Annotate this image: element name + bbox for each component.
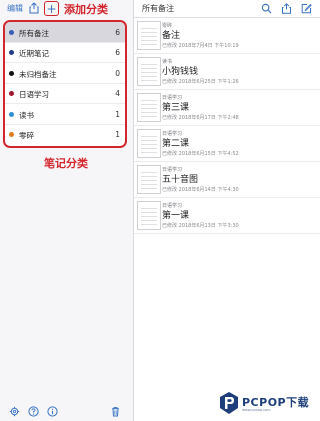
note-title: 第三课 bbox=[162, 103, 190, 113]
help-icon[interactable] bbox=[28, 406, 39, 417]
gear-icon[interactable] bbox=[9, 406, 20, 417]
note-title: 备注 bbox=[162, 31, 181, 41]
category-count: 6 bbox=[115, 48, 120, 58]
note-thumbnail bbox=[137, 57, 161, 86]
note-item[interactable]: 读书 小狗钱钱 已修改 2018年6月25日 下午1:26 bbox=[134, 54, 320, 90]
category-count: 1 bbox=[115, 130, 120, 140]
note-modified-date: 已修改 2018年6月13日 下午3:30 bbox=[162, 223, 239, 229]
category-color-dot bbox=[9, 91, 14, 97]
category-label: 所有备注 bbox=[19, 28, 49, 38]
category-color-dot bbox=[9, 111, 14, 117]
category-row-misc[interactable]: 零碎 1 bbox=[5, 125, 125, 146]
note-title: 小狗钱钱 bbox=[162, 67, 199, 77]
plus-icon: + bbox=[46, 1, 57, 16]
watermark-emblem bbox=[220, 392, 238, 414]
categories-annotation: 笔记分类 bbox=[44, 157, 88, 170]
sidebar: 编辑 + 添加分类 所有备注 6 近期笔记 6 未归档备注 0 日语学习 4 读… bbox=[0, 0, 134, 421]
note-title: 五十音图 bbox=[162, 175, 199, 185]
compose-icon[interactable] bbox=[301, 3, 312, 14]
add-category-annotation: 添加分类 bbox=[64, 3, 108, 16]
note-modified-date: 已修改 2018年6月14日 下午4:30 bbox=[162, 187, 239, 193]
note-item[interactable]: 日语学习 五十音图 已修改 2018年6月14日 下午4:30 bbox=[134, 162, 320, 198]
share-icon[interactable] bbox=[29, 2, 39, 14]
note-modified-date: 已修改 2018年6月15日 下午4:52 bbox=[162, 151, 239, 157]
note-item[interactable]: 日语学习 第一课 已修改 2018年6月13日 下午3:30 bbox=[134, 198, 320, 234]
category-label: 近期笔记 bbox=[19, 49, 49, 59]
notes-toolbar: 所有备注 bbox=[134, 0, 320, 18]
category-label: 日语学习 bbox=[19, 90, 49, 100]
note-item[interactable]: 日语学习 第三课 已修改 2018年6月17日 下午2:48 bbox=[134, 90, 320, 126]
note-modified-date: 已修改 2018年7月4日 下午10:19 bbox=[162, 43, 239, 49]
note-item[interactable]: 日语学习 第二课 已修改 2018年6月15日 下午4:52 bbox=[134, 126, 320, 162]
pane-title: 所有备注 bbox=[142, 4, 174, 13]
trash-icon[interactable] bbox=[110, 406, 121, 417]
notes-list: 零碎 备注 已修改 2018年7月4日 下午10:19 读书 小狗钱钱 已修改 … bbox=[134, 18, 320, 234]
note-item[interactable]: 零碎 备注 已修改 2018年7月4日 下午10:19 bbox=[134, 18, 320, 54]
note-title: 第二课 bbox=[162, 139, 190, 149]
category-row-japanese[interactable]: 日语学习 4 bbox=[5, 84, 125, 105]
category-list: 所有备注 6 近期笔记 6 未归档备注 0 日语学习 4 读书 1 零碎 1 bbox=[3, 20, 127, 148]
note-title: 第一课 bbox=[162, 211, 190, 221]
category-count: 0 bbox=[115, 68, 120, 78]
note-thumbnail bbox=[137, 201, 161, 230]
share-icon[interactable] bbox=[281, 3, 292, 14]
category-row-recent[interactable]: 近期笔记 6 bbox=[5, 43, 125, 64]
sidebar-toolbar: 编辑 + 添加分类 bbox=[0, 0, 133, 17]
category-color-dot bbox=[9, 50, 14, 56]
notes-pane: 所有备注 零碎 备注 已修改 2018年7月4日 下午10:19 读书 小狗钱钱… bbox=[134, 0, 320, 421]
sidebar-bottom-toolbar bbox=[0, 401, 133, 421]
note-modified-date: 已修改 2018年6月17日 下午2:48 bbox=[162, 115, 239, 121]
info-icon[interactable] bbox=[47, 406, 58, 417]
add-category-button[interactable]: + bbox=[44, 1, 59, 16]
note-thumbnail bbox=[137, 21, 161, 50]
category-row-all-notes[interactable]: 所有备注 6 bbox=[5, 22, 125, 43]
category-row-unfiled[interactable]: 未归档备注 0 bbox=[5, 63, 125, 84]
category-label: 零碎 bbox=[19, 131, 34, 141]
category-color-dot bbox=[9, 29, 14, 35]
watermark-logo: PCPOP下载 www.pcpop.com bbox=[216, 388, 320, 418]
category-count: 6 bbox=[115, 27, 120, 37]
category-label: 读书 bbox=[19, 110, 34, 120]
category-color-dot bbox=[9, 132, 14, 138]
watermark-subtext: www.pcpop.com bbox=[242, 408, 271, 412]
note-modified-date: 已修改 2018年6月25日 下午1:26 bbox=[162, 79, 239, 85]
edit-button[interactable]: 编辑 bbox=[7, 3, 23, 14]
note-thumbnail bbox=[137, 165, 161, 194]
app-window: 编辑 + 添加分类 所有备注 6 近期笔记 6 未归档备注 0 日语学习 4 读… bbox=[0, 0, 320, 421]
category-count: 1 bbox=[115, 109, 120, 119]
category-label: 未归档备注 bbox=[19, 69, 57, 79]
category-color-dot bbox=[9, 70, 14, 76]
category-count: 4 bbox=[115, 89, 120, 99]
search-icon[interactable] bbox=[261, 3, 272, 14]
note-thumbnail bbox=[137, 93, 161, 122]
note-thumbnail bbox=[137, 129, 161, 158]
category-row-reading[interactable]: 读书 1 bbox=[5, 104, 125, 125]
